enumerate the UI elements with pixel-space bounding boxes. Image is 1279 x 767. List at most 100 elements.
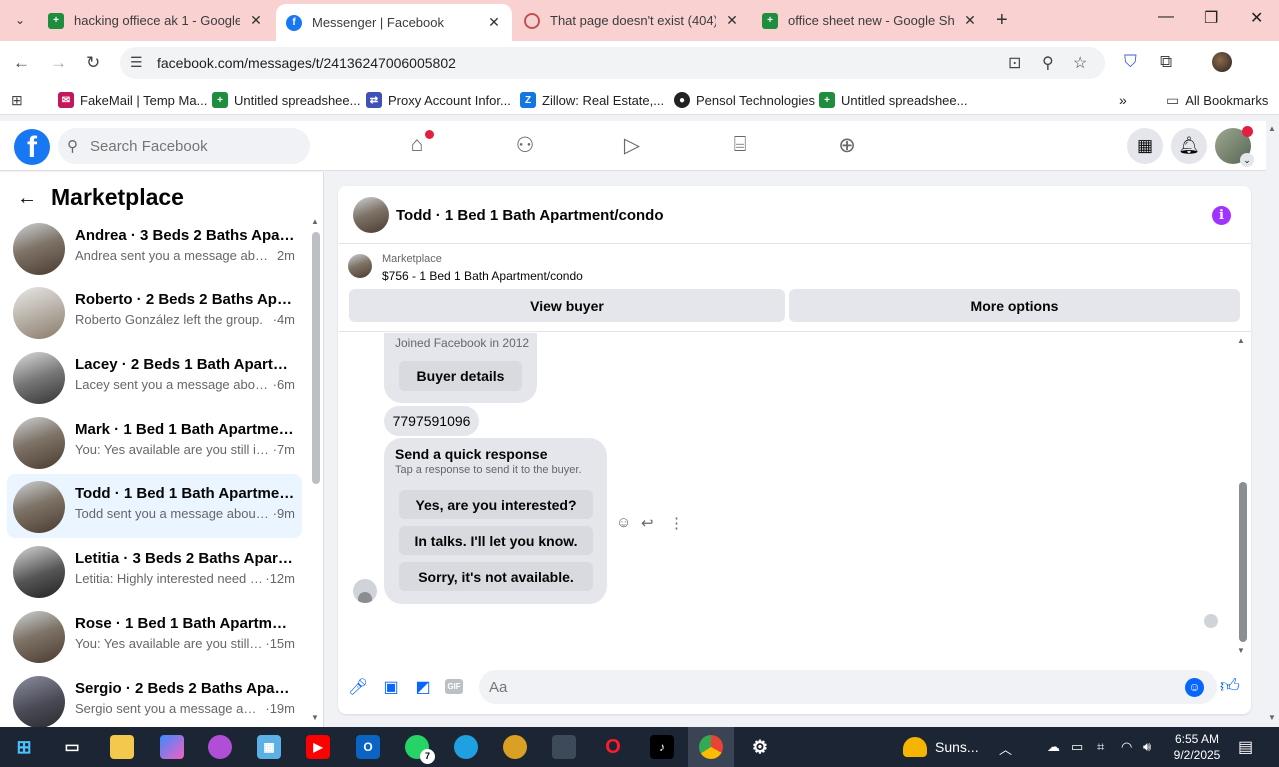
zoom-icon[interactable]: ⚲: [1042, 53, 1054, 73]
chrome-icon[interactable]: [699, 735, 723, 759]
app-icon-2[interactable]: [552, 735, 576, 759]
more-bookmarks-chevron-icon[interactable]: »: [1119, 92, 1127, 108]
minimize-icon[interactable]: —: [1158, 8, 1174, 26]
system-clock[interactable]: 6:55 AM 9/2/2025: [1172, 731, 1222, 763]
more-options-button[interactable]: More options: [789, 289, 1240, 322]
bookmark-untitled-spreadsheet-1[interactable]: + Untitled spreadshee...: [212, 92, 360, 108]
forward-arrow-icon[interactable]: →: [50, 53, 67, 73]
scroll-down-icon[interactable]: ▼: [1237, 646, 1245, 655]
reload-icon[interactable]: ↻: [86, 53, 100, 73]
settings-gear-icon[interactable]: ⚙: [748, 735, 772, 759]
shield-extension-icon[interactable]: ⛉: [1124, 52, 1137, 72]
close-tab-icon[interactable]: ✕: [248, 12, 264, 29]
scroll-down-icon[interactable]: ▼: [311, 713, 319, 722]
edge-icon[interactable]: [454, 735, 478, 759]
extensions-puzzle-icon[interactable]: ⧉: [1160, 52, 1172, 72]
microsoft-store-icon[interactable]: ▦: [257, 735, 281, 759]
notification-center-icon[interactable]: ▤: [1238, 737, 1253, 757]
message-scrollbar[interactable]: [1239, 482, 1247, 642]
scroll-up-icon[interactable]: ▲: [1237, 336, 1245, 345]
emoji-icon[interactable]: ☺: [1185, 678, 1204, 697]
conversation-item[interactable]: Letitia · 3 Beds 2 Baths Apartme... Leti…: [7, 539, 302, 603]
install-app-icon[interactable]: ⊡: [1008, 53, 1021, 73]
sticker-icon[interactable]: ◩: [413, 677, 433, 697]
bookmark-untitled-spreadsheet-2[interactable]: + Untitled spreadshee...: [819, 92, 967, 108]
gaming-icon[interactable]: ⊕: [834, 133, 860, 159]
restore-icon[interactable]: ❐: [1204, 8, 1218, 28]
bookmark-pensol[interactable]: ● Pensol Technologies: [674, 92, 815, 108]
chat-thumbnail[interactable]: [353, 197, 389, 233]
react-emoji-icon[interactable]: ☺: [616, 514, 631, 531]
marketplace-icon[interactable]: ⌸: [727, 133, 753, 159]
page-scroll-down-icon[interactable]: ▼: [1268, 713, 1276, 722]
weather-widget[interactable]: Suns...: [903, 737, 979, 757]
scroll-up-icon[interactable]: ▲: [311, 217, 319, 226]
url-text[interactable]: facebook.com/messages/t/2413624700600580…: [157, 55, 456, 71]
video-icon[interactable]: ▷: [619, 133, 645, 159]
tiktok-icon[interactable]: ♪: [650, 735, 674, 759]
bookmark-star-icon[interactable]: ☆: [1073, 53, 1087, 73]
app-icon[interactable]: [208, 735, 232, 759]
show-hidden-icons-chevron-icon[interactable]: ︿: [999, 739, 1012, 758]
gif-icon[interactable]: GIF: [445, 679, 463, 694]
bookmark-zillow[interactable]: Z Zillow: Real Estate,...: [520, 92, 664, 108]
tab-404-page[interactable]: That page doesn't exist (404) - I ✕: [514, 6, 750, 35]
conversation-item-selected[interactable]: Todd · 1 Bed 1 Bath Apartment/c... Todd …: [7, 474, 302, 538]
close-tab-icon[interactable]: ✕: [962, 12, 978, 29]
quick-response-yes-button[interactable]: Yes, are you interested?: [399, 490, 593, 519]
facebook-search[interactable]: ⚲: [58, 128, 310, 164]
volume-icon[interactable]: 🔊︎: [1143, 739, 1151, 755]
opera-icon[interactable]: O: [601, 735, 625, 759]
onedrive-cloud-icon[interactable]: ☁: [1047, 739, 1060, 755]
conversation-item[interactable]: Lacey · 2 Beds 1 Bath Apartment... Lacey…: [7, 345, 302, 409]
conversation-item[interactable]: Sergio · 2 Beds 2 Baths Apartme... Sergi…: [7, 669, 302, 728]
youtube-icon[interactable]: ▶: [306, 735, 330, 759]
tab-office-sheet[interactable]: + office sheet new - Google Shee ✕: [752, 6, 988, 35]
close-window-icon[interactable]: ✕: [1250, 8, 1263, 28]
view-buyer-button[interactable]: View buyer: [349, 289, 785, 322]
message-input[interactable]: [489, 670, 1169, 704]
thumbs-up-icon[interactable]: 👍︎: [1220, 675, 1240, 698]
bookmark-fakemail[interactable]: ✉ FakeMail | Temp Ma...: [58, 92, 207, 108]
photo-icon[interactable]: ▣: [381, 677, 401, 697]
battery-icon[interactable]: ▭: [1071, 739, 1083, 755]
close-tab-icon[interactable]: ✕: [486, 14, 502, 31]
page-scroll-up-icon[interactable]: ▲: [1268, 124, 1276, 133]
medal-app-icon[interactable]: [503, 735, 527, 759]
home-icon[interactable]: ⌂: [404, 130, 434, 159]
network-icon[interactable]: ⌗: [1097, 739, 1104, 755]
quick-response-not-available-button[interactable]: Sorry, it's not available.: [399, 562, 593, 591]
windows-start-icon[interactable]: ⊞: [12, 735, 36, 759]
quick-response-in-talks-button[interactable]: In talks. I'll let you know.: [399, 526, 593, 555]
listing-thumbnail[interactable]: [348, 254, 372, 278]
microphone-icon[interactable]: 🎤︎: [348, 677, 368, 697]
menu-grid-icon[interactable]: ▦: [1127, 128, 1163, 164]
conversation-list-scrollbar[interactable]: [312, 232, 320, 484]
whatsapp-icon[interactable]: 7: [405, 735, 435, 764]
listing-price[interactable]: $756 - 1 Bed 1 Bath Apartment/condo: [382, 269, 583, 283]
browser-profile-avatar[interactable]: [1212, 52, 1232, 72]
conversation-item[interactable]: Roberto · 2 Beds 2 Baths Apart... Robert…: [7, 280, 302, 344]
back-arrow-icon[interactable]: ←: [13, 53, 30, 73]
site-info-icon[interactable]: ☰: [130, 54, 143, 71]
conversation-item[interactable]: Rose · 1 Bed 1 Bath Apartment/c... You: …: [7, 604, 302, 668]
conversation-item[interactable]: Andrea · 3 Beds 2 Baths Apartm... Andrea…: [7, 216, 302, 280]
new-tab-icon[interactable]: +: [996, 9, 1008, 32]
facebook-search-input[interactable]: [90, 128, 300, 164]
close-tab-icon[interactable]: ✕: [724, 12, 740, 29]
tab-search-chevron-icon[interactable]: ⌄: [8, 8, 32, 32]
info-icon[interactable]: i: [1212, 206, 1231, 225]
conversation-item[interactable]: Mark · 1 Bed 1 Bath Apartment/... You: Y…: [7, 410, 302, 474]
outlook-icon[interactable]: O: [356, 735, 380, 759]
all-bookmarks[interactable]: ▭ All Bookmarks: [1166, 92, 1268, 109]
apps-grid-icon[interactable]: ⊞: [11, 92, 23, 109]
facebook-logo-icon[interactable]: f: [14, 129, 50, 165]
wifi-icon[interactable]: ◠: [1121, 739, 1132, 755]
friends-icon[interactable]: ⚇: [512, 133, 538, 159]
back-arrow-icon[interactable]: ←: [17, 187, 37, 210]
file-explorer-icon[interactable]: [110, 735, 134, 759]
tab-messenger[interactable]: f Messenger | Facebook ✕: [276, 4, 512, 41]
chat-title[interactable]: Todd · 1 Bed 1 Bath Apartment/condo: [396, 207, 664, 224]
account-profile-avatar[interactable]: ⌄: [1215, 126, 1254, 167]
bookmark-proxy-account[interactable]: ⇄ Proxy Account Infor...: [366, 92, 511, 108]
